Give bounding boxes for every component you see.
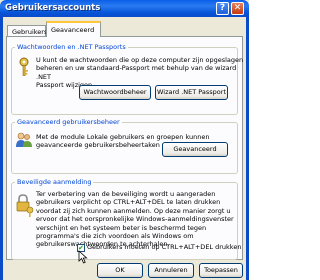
key-icon <box>19 57 29 76</box>
secure-logon-description: Ter verbetering van de beveiliging wordt… <box>36 190 234 249</box>
users-icon <box>16 132 32 147</box>
net-passport-wizard-button[interactable]: Wizard .NET Passport <box>155 85 228 100</box>
mouse-cursor-icon <box>78 250 88 264</box>
help-icon[interactable]: ? <box>216 2 229 15</box>
advanced-group-legend: Geavanceerd gebruikersbeheer <box>15 118 122 126</box>
apply-button[interactable]: Toepassen <box>199 263 243 278</box>
ok-button[interactable]: OK <box>97 263 143 278</box>
title-bar[interactable]: Gebruikersaccounts ? ✕ <box>0 0 249 17</box>
tab-advanced[interactable]: Geavanceerd <box>46 21 101 37</box>
padlock-key-icon <box>16 194 34 217</box>
password-manager-button[interactable]: Wachtwoordbeheer <box>79 85 151 100</box>
secure-logon-legend: Beveiligde aanmelding <box>15 178 94 186</box>
require-ctrl-alt-del-label[interactable]: Gebruikers moeten op CTRL+ALT+DEL drukke… <box>87 243 241 251</box>
user-accounts-dialog: Gebruikersaccounts ? ✕ Gebruikers Geavan… <box>0 0 249 280</box>
close-icon[interactable]: ✕ <box>231 2 244 15</box>
cancel-button[interactable]: Annuleren <box>148 263 194 278</box>
tab-users[interactable]: Gebruikers <box>7 25 47 36</box>
passwords-group-legend: Wachtwoorden en .NET Passports <box>15 43 128 51</box>
window-title: Gebruikersaccounts <box>5 3 101 13</box>
advanced-button[interactable]: Geavanceerd <box>162 142 228 157</box>
window-frame-left <box>0 17 3 280</box>
